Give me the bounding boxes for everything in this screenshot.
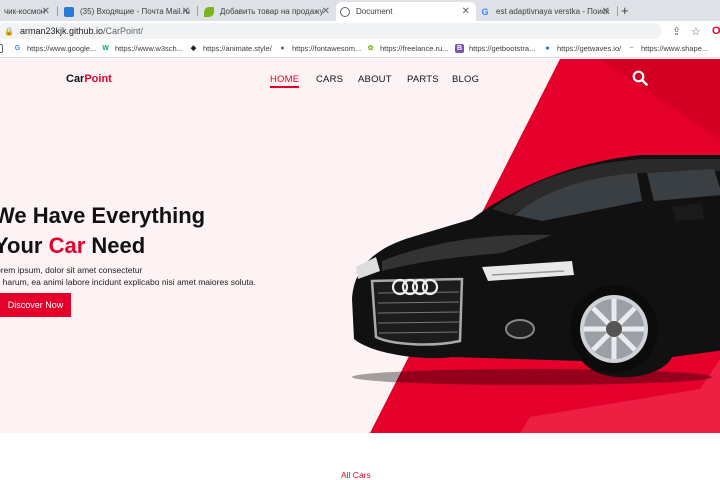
browser-tab-bar: чик-космон ✕ (35) Входящие - Почта Mail.…: [0, 0, 720, 21]
close-tab-icon[interactable]: ✕: [182, 6, 190, 17]
logo-part-point: Point: [84, 73, 112, 85]
google-icon: G: [14, 45, 21, 52]
bookmark-label: https://www.w3sch...: [115, 44, 183, 53]
bookmark-item[interactable]: ● https://fontawesom...: [278, 44, 361, 53]
hero-description-line-1: orem ipsum, dolor sit amet consectetur: [0, 265, 143, 275]
headline-line-2: Your Car Need: [0, 231, 205, 261]
google-icon: G: [481, 6, 489, 17]
nav-parts[interactable]: PARTS: [407, 74, 439, 85]
address-bar[interactable]: 🔒 arman23kjk.github.io/CarPoint/: [0, 23, 662, 39]
site-logo[interactable]: CarPoint: [66, 73, 112, 85]
nav-blog[interactable]: BLOG: [452, 74, 479, 85]
headline-need: Need: [85, 233, 146, 258]
nav-cars[interactable]: CARS: [316, 74, 343, 85]
section-title-all-cars: All Cars: [341, 470, 371, 480]
bookmark-item[interactable]: Ghttps://www.google...: [13, 44, 96, 53]
tab-title: чик-космон: [4, 7, 46, 16]
url-path: /CarPoint/: [103, 26, 144, 36]
hero-description-line-2: s harum, ea animi labore incidunt explic…: [0, 277, 256, 287]
bookmark-item[interactable]: Whttps://www.w3sch...: [101, 44, 183, 53]
tab-title: Добавить товар на продажу: [220, 7, 324, 16]
mail-icon: [64, 6, 74, 17]
browser-toolbar: 🔒 arman23kjk.github.io/CarPoint/ ⇪ ☆ O: [0, 21, 720, 41]
tab-divider: [617, 6, 618, 16]
globe-icon: ●: [280, 45, 285, 52]
bookmark-label: https://getbootstra...: [469, 44, 536, 53]
opera-icon[interactable]: O: [712, 25, 720, 37]
headline-line-1: We Have Everything: [0, 203, 206, 228]
browser-tab[interactable]: (35) Входящие - Почта Mail.ru ✕: [60, 2, 196, 21]
headline-your: Your: [0, 233, 43, 258]
bookmark-item[interactable]: ● https://getwaves.io/: [543, 44, 621, 53]
nav-home[interactable]: HOME: [270, 74, 300, 88]
bookmark-item[interactable]: [0, 44, 8, 53]
bookmark-item[interactable]: ◆ https://animate.style/: [189, 44, 272, 53]
browser-tab[interactable]: G est adaptivnaya verstka - Поиск ✕: [476, 2, 616, 21]
search-icon[interactable]: [632, 70, 648, 86]
bookmark-label: https://fontawesom...: [292, 44, 362, 53]
tab-title: Document: [356, 7, 393, 16]
leaf-icon: [204, 6, 214, 17]
leaf-icon: ✿: [367, 45, 374, 52]
bookmark-label: https://getwaves.io/: [557, 44, 622, 53]
bookmark-label: https://www.shape...: [641, 44, 709, 53]
bookmark-item[interactable]: ~ https://www.shape...: [627, 44, 708, 53]
tab-divider: [197, 6, 198, 16]
tab-title: est adaptivnaya verstka - Поиск: [496, 7, 610, 16]
animate-icon: ◆: [190, 45, 197, 52]
browser-tab[interactable]: чик-космон ✕: [0, 2, 56, 21]
bookmark-label: https://freelance.ru...: [380, 44, 449, 53]
lock-icon: 🔒: [4, 26, 14, 36]
headline-car: Car: [48, 233, 86, 258]
shape-icon: ~: [629, 45, 634, 52]
bootstrap-icon: B: [455, 44, 464, 53]
bookmark-label: https://animate.style/: [203, 44, 272, 53]
webpage: CarPoint HOME CARS ABOUT PARTS BLOG We H…: [0, 59, 720, 480]
bookmark-item[interactable]: Bhttps://getbootstra...: [455, 44, 535, 53]
share-icon[interactable]: ⇪: [672, 25, 681, 38]
bookmark-star-icon[interactable]: ☆: [691, 25, 701, 38]
url-host: arman23kjk.github.io: [19, 26, 104, 36]
w3schools-icon: W: [102, 45, 109, 52]
browser-tab[interactable]: Добавить товар на продажу ✕: [200, 2, 336, 21]
browser-tab-active[interactable]: Document ✕: [336, 2, 476, 21]
close-tab-icon[interactable]: ✕: [42, 6, 50, 17]
tab-title: (35) Входящие - Почта Mail.ru: [80, 7, 190, 16]
globe-icon: [340, 6, 350, 17]
close-tab-icon[interactable]: ✕: [602, 6, 610, 17]
waves-icon: ●: [545, 45, 550, 52]
close-tab-icon[interactable]: ✕: [322, 6, 330, 17]
close-tab-icon[interactable]: ✕: [462, 6, 470, 17]
tab-divider: [57, 6, 58, 16]
hero-headline: We Have Everything Your Car Need: [0, 201, 205, 261]
car-image: [352, 155, 720, 385]
nav-about[interactable]: ABOUT: [358, 74, 392, 85]
bookmark-label: https://www.google...: [27, 44, 97, 53]
globe-icon: [0, 44, 3, 53]
hero-description: orem ipsum, dolor sit amet consectetur s…: [0, 264, 256, 288]
new-tab-button[interactable]: +: [621, 3, 629, 18]
bookmark-item[interactable]: ✿ https://freelance.ru...: [366, 44, 449, 53]
logo-part-car: Car: [66, 73, 85, 85]
discover-now-button[interactable]: Discover Now: [0, 293, 71, 317]
bookmarks-bar: Ghttps://www.google... Whttps://www.w3sc…: [0, 41, 720, 58]
hero-section: CarPoint HOME CARS ABOUT PARTS BLOG We H…: [0, 59, 720, 433]
